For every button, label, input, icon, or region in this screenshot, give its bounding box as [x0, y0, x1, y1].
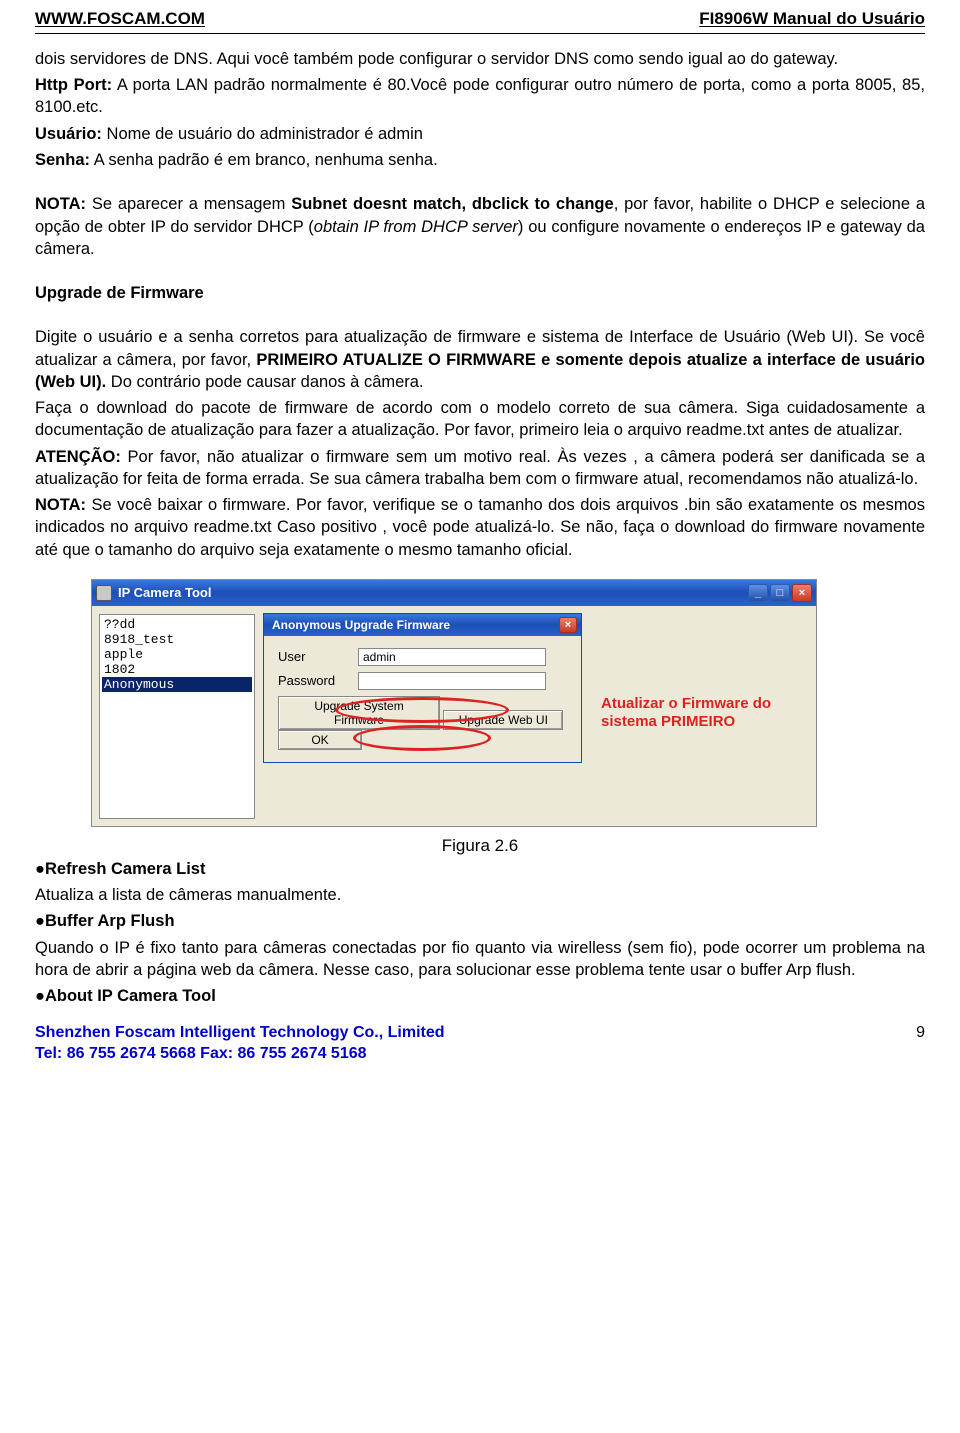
user-row: User [278, 648, 567, 666]
para-http-port: Http Port: A porta LAN padrão normalment… [35, 74, 925, 119]
nota2-text: Se você baixar o firmware. Por favor, ve… [35, 496, 925, 559]
upgrade-firmware-title: Upgrade de Firmware [35, 282, 925, 304]
ok-button[interactable]: OK [278, 730, 362, 750]
inner-titlebar: Anonymous Upgrade Firmware × [264, 614, 581, 636]
outer-titlebar: IP Camera Tool _ □ × [92, 580, 816, 606]
upgrade-firmware-dialog: Anonymous Upgrade Firmware × User Passwo… [263, 613, 582, 763]
annotation-line2: sistema PRIMEIRO [601, 713, 771, 731]
dialog-content: User Password Upgrade System Firmware Up… [264, 636, 581, 762]
app-icon [96, 585, 112, 601]
password-input[interactable] [358, 672, 546, 690]
usuario-label: Usuário: [35, 125, 102, 143]
outer-title-text: IP Camera Tool [118, 584, 746, 602]
inner-title-text: Anonymous Upgrade Firmware [268, 617, 559, 633]
footer: Shenzhen Foscam Intelligent Technology C… [35, 1022, 925, 1065]
list-item[interactable]: ??dd [102, 617, 252, 632]
footer-company: Shenzhen Foscam Intelligent Technology C… [35, 1022, 925, 1044]
header-manual-title: FI8906W Manual do Usuário [699, 8, 925, 31]
footer-tel: Tel: 86 755 2674 5668 Fax: 86 755 2674 5… [35, 1043, 925, 1065]
minimize-button[interactable]: _ [748, 584, 768, 602]
inner-close-button[interactable]: × [559, 617, 577, 633]
header-site: WWW.FOSCAM.COM [35, 8, 205, 31]
para-nota2: NOTA: Se você baixar o firmware. Por fav… [35, 494, 925, 561]
senha-label: Senha: [35, 151, 90, 169]
password-label: Password [278, 672, 358, 690]
header-underline [35, 33, 925, 34]
password-row: Password [278, 672, 567, 690]
http-port-label: Http Port: [35, 76, 112, 94]
http-port-text: A porta LAN padrão normalmente é 80.Você… [35, 76, 925, 116]
para-dns: dois servidores de DNS. Aqui você também… [35, 48, 925, 70]
atencao-label: ATENÇÃO: [35, 448, 121, 466]
para-upgrade-2: Faça o download do pacote de firmware de… [35, 397, 925, 442]
maximize-button[interactable]: □ [770, 584, 790, 602]
list-item[interactable]: 1802 [102, 662, 252, 677]
upgrade-web-ui-button[interactable]: Upgrade Web UI [443, 710, 563, 730]
para-nota: NOTA: Se aparecer a mensagem Subnet does… [35, 193, 925, 260]
camera-listbox[interactable]: ??dd 8918_test apple 1802 Anonymous [99, 614, 255, 819]
figure-label: Figura 2.6 [35, 835, 925, 858]
nota-msg: Subnet doesnt match, dbclick to change [291, 195, 613, 213]
nota-italic: obtain IP from DHCP server [314, 218, 518, 236]
list-item[interactable]: apple [102, 647, 252, 662]
upgrade-text-c: Do contrário pode causar danos à câmera. [106, 373, 423, 391]
para-usuario: Usuário: Nome de usuário do administrado… [35, 123, 925, 145]
outer-close-button[interactable]: × [792, 584, 812, 602]
usuario-text: Nome de usuário do administrador é admin [102, 125, 423, 143]
refresh-text: Atualiza a lista de câmeras manualmente. [35, 884, 925, 906]
nota-pre: Se aparecer a mensagem [86, 195, 291, 213]
para-atencao: ATENÇÃO: Por favor, não atualizar o firm… [35, 446, 925, 491]
atencao-text: Por favor, não atualizar o firmware sem … [35, 448, 925, 488]
user-input[interactable] [358, 648, 546, 666]
buffer-title: ●Buffer Arp Flush [35, 910, 925, 932]
list-item[interactable]: 8918_test [102, 632, 252, 647]
screenshot-figure: IP Camera Tool _ □ × ??dd 8918_test appl… [91, 579, 831, 829]
page-number: 9 [916, 1022, 925, 1044]
nota2-label: NOTA: [35, 496, 86, 514]
para-upgrade-1: Digite o usuário e a senha corretos para… [35, 326, 925, 393]
annotation-line1: Atualizar o Firmware do [601, 695, 771, 713]
refresh-title: ●Refresh Camera List [35, 858, 925, 880]
buffer-text: Quando o IP é fixo tanto para câmeras co… [35, 937, 925, 982]
nota-label: NOTA: [35, 195, 86, 213]
senha-text: A senha padrão é em branco, nenhuma senh… [90, 151, 438, 169]
user-label: User [278, 648, 358, 666]
about-title: ●About IP Camera Tool [35, 985, 925, 1007]
para-senha: Senha: A senha padrão é em branco, nenhu… [35, 149, 925, 171]
upgrade-system-firmware-button[interactable]: Upgrade System Firmware [278, 696, 440, 730]
list-item-selected[interactable]: Anonymous [102, 677, 252, 692]
annotation-text: Atualizar o Firmware do sistema PRIMEIRO [601, 695, 771, 731]
